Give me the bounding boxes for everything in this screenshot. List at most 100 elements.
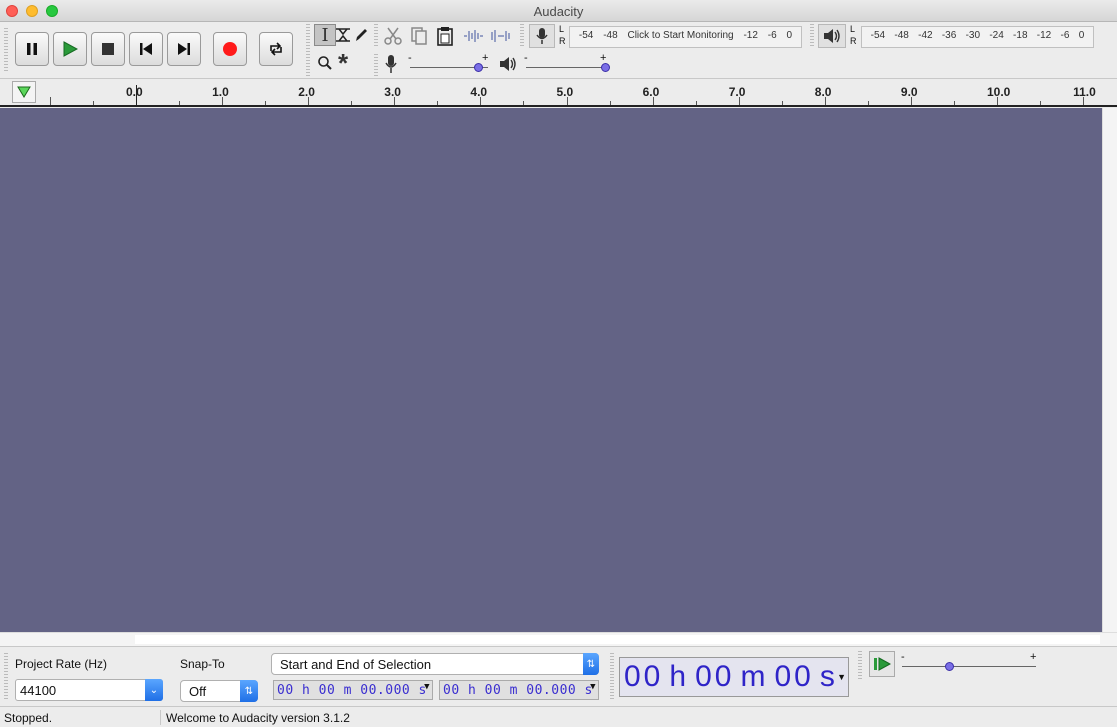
project-rate-combo[interactable]: 44100 ⌄ [15,679,163,701]
caret-down-icon[interactable]: ▼ [424,682,430,692]
play-button[interactable] [53,32,87,66]
playback-volume-track [526,67,606,68]
skip-to-start-button[interactable] [129,32,163,66]
ruler-tick-mark [1083,97,1085,105]
paste-button[interactable] [432,24,458,48]
mixer-toolbar-grip[interactable] [374,54,378,76]
record-meter-grip[interactable] [520,24,524,48]
selection-end-time[interactable]: 00 h 00 m 00.000 s ▼ [439,680,599,700]
status-message: Welcome to Audacity version 3.1.2 [166,711,350,725]
horizontal-scrollbar[interactable] [0,632,1117,646]
status-state: Stopped. [4,711,53,725]
playback-volume-slider[interactable]: - + [524,52,610,76]
playback-speed-track [902,666,1036,667]
record-volume-knob[interactable] [474,63,484,72]
copy-button[interactable] [406,24,432,48]
vertical-scrollbar[interactable] [1102,108,1117,632]
ruler-tick-label: 2.0 [298,85,315,99]
audio-position-display[interactable]: 00 h 00 m 00 s ▼ [619,657,849,697]
loop-button[interactable] [259,32,293,66]
horizontal-scroll-thumb[interactable] [135,635,1100,644]
tools-toolbar-grip[interactable] [306,24,310,76]
speaker-icon [824,29,840,43]
record-meter-tick: -12 [743,30,758,41]
record-icon [223,42,237,56]
caret-down-icon[interactable]: ▼ [837,672,846,682]
ruler-tick-mark [609,101,611,105]
updown-chevron-icon: ⇅ [244,685,254,697]
selection-end-time-value: 00 h 00 m 00.000 s [443,683,593,698]
playback-meter-right-label: R [850,36,857,46]
ruler-tick-mark [652,97,654,105]
ruler-tick-mark [781,101,783,105]
ruler-tick-mark [953,101,955,105]
microphone-icon [536,28,548,44]
trim-audio-button[interactable] [460,24,486,48]
draw-tool-button[interactable] [350,24,372,46]
selection-start-time[interactable]: 00 h 00 m 00.000 s ▼ [273,680,433,700]
timeline-options-button[interactable] [12,81,36,103]
playback-meter[interactable]: -54 -48 -42 -36 -30 -24 -18 -12 -6 0 [861,26,1094,48]
record-button[interactable] [213,32,247,66]
record-volume-slider[interactable]: - + [408,52,492,76]
pause-icon [27,43,37,55]
ruler-tick-mark [92,101,94,105]
caret-down-icon[interactable]: ▼ [590,682,596,692]
selection-toolbar: Project Rate (Hz) 44100 ⌄ Snap-To Off ⇅ … [0,646,1117,706]
ruler-tick-mark [523,101,525,105]
selection-mode-value: Start and End of Selection [280,657,432,672]
playback-meter-left-label: L [850,24,856,34]
ruler-tick-label: 7.0 [728,85,746,99]
playback-speed-slider[interactable]: - + [900,651,1040,675]
record-meter-right-label: R [559,36,566,46]
play-at-speed-button[interactable] [869,651,895,677]
record-meter-channel-labels: L R [559,23,566,47]
playback-volume-minus-label: - [524,52,528,64]
playback-meter-grip[interactable] [810,24,814,48]
cut-button[interactable] [380,24,406,48]
track-area[interactable] [0,108,1102,632]
play-at-speed-grip[interactable] [858,651,862,681]
project-rate-value: 44100 [20,683,57,698]
multi-tool-button[interactable]: * [332,50,354,76]
record-meter-mic-button[interactable] [529,24,555,48]
transport-toolbar-grip[interactable] [4,28,8,72]
timeline-ruler[interactable]: - 1.00.01.02.03.04.05.06.07.08.09.010.01… [0,79,1117,107]
playback-volume-knob[interactable] [601,63,610,72]
record-meter-scale: -54 -48 Click to Start Monitoring -12 -6… [570,30,801,41]
selection-mode-select[interactable]: Start and End of Selection ⇅ [271,653,599,675]
snap-to-value: Off [189,684,207,699]
ruler-tick-label: 0.0 [126,85,143,99]
selection-mode-dropdown-button[interactable]: ⇅ [583,653,599,675]
time-hours: 00 [624,660,664,693]
selection-toolbar-grip[interactable] [4,653,8,701]
ruler-tick-mark [437,101,439,105]
time-minutes-unit: m [740,660,769,693]
ruler-tick-label: 3.0 [384,85,401,99]
playback-meter-tick: -42 [918,30,933,41]
ruler-tick-mark [867,101,869,105]
ruler-tick-mark [695,101,697,105]
playback-meter-speaker-button[interactable] [818,24,846,48]
ruler-tick-label: 11.0 [1073,85,1096,99]
skip-to-end-button[interactable] [167,32,201,66]
project-rate-dropdown-button[interactable]: ⌄ [145,679,163,701]
playback-meter-tick: -54 [870,30,886,41]
skip-to-end-icon [178,43,190,55]
record-meter[interactable]: -54 -48 Click to Start Monitoring -12 -6… [569,26,802,48]
snap-to-select[interactable]: Off ⇅ [180,680,258,702]
time-toolbar-grip[interactable] [610,653,614,701]
snap-to-dropdown-button[interactable]: ⇅ [240,680,258,702]
playback-speed-knob[interactable] [945,662,955,671]
record-volume-plus-label: + [482,52,489,64]
skip-to-start-icon [140,43,152,55]
chevron-down-icon: ⌄ [149,684,159,696]
record-meter-left-label: L [559,24,565,34]
ruler-tick-mark [351,101,353,105]
stop-button[interactable] [91,32,125,66]
edit-toolbar-grip[interactable] [374,24,378,48]
ruler-tick-label: 5.0 [556,85,574,99]
record-meter-click-to-monitor[interactable]: Click to Start Monitoring [627,30,733,41]
pause-button[interactable] [15,32,49,66]
silence-audio-button[interactable] [488,24,514,48]
